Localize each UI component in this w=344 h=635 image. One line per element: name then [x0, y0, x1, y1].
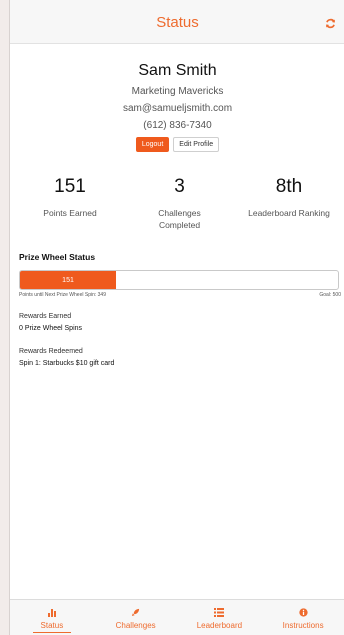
stat-value: 8th — [275, 176, 303, 197]
profile-card: Sam Smith Marketing Mavericks sam@samuel… — [10, 62, 344, 152]
prize-wheel-progress-bar: 151 — [19, 270, 339, 290]
tab-label: Leaderboard — [196, 621, 243, 630]
app-screen: Status Sam Smith Marketing Mavericks sam… — [9, 0, 344, 635]
stat-value: 3 — [174, 176, 185, 197]
tab-status[interactable]: Status — [10, 600, 94, 635]
stat-challenges: 3 Challenges Completed — [130, 176, 230, 231]
user-team: Marketing Mavericks — [131, 86, 224, 97]
rewards-earned-value: 0 Prize Wheel Spins — [19, 325, 83, 332]
progress-points: 151 — [62, 276, 74, 284]
prize-wheel-title: Prize Wheel Status — [19, 252, 96, 262]
logout-button[interactable]: Logout — [135, 137, 170, 152]
user-name: Sam Smith — [138, 62, 217, 79]
user-phone: (612) 836-7340 — [143, 120, 212, 131]
rewards-redeemed-label: Rewards Redeemed — [19, 348, 83, 355]
tab-instructions[interactable]: Instructions — [261, 600, 344, 635]
progress-fill: 151 — [20, 271, 117, 289]
edit-profile-button[interactable]: Edit Profile — [173, 137, 220, 152]
tab-bar: Status Challenges Leaderboard Instructio… — [10, 599, 344, 635]
rewards-redeemed-value: Spin 1: Starbucks $10 gift card — [19, 360, 115, 367]
stats-row: 151 Points Earned 3 Challenges Completed… — [10, 176, 344, 231]
profile-actions: Logout Edit Profile — [10, 137, 344, 152]
prize-wheel-section: Prize Wheel Status 151 Points until Next… — [19, 252, 341, 298]
rocket-icon — [131, 607, 140, 617]
points-until-text: Points until Next Prize Wheel Spin: 349 — [19, 292, 106, 298]
stat-ranking: 8th Leaderboard Ranking — [239, 176, 339, 231]
stat-value: 151 — [54, 176, 86, 197]
rewards-redeemed-section: Rewards Redeemed Spin 1: Starbucks $10 g… — [19, 348, 341, 367]
header-bar: Status — [10, 0, 344, 44]
list-icon — [214, 607, 225, 617]
stat-label: Leaderboard Ranking — [248, 208, 330, 218]
refresh-icon — [325, 18, 335, 28]
tab-leaderboard[interactable]: Leaderboard — [178, 600, 262, 635]
rewards-earned-label: Rewards Earned — [19, 313, 72, 320]
progress-meta: Points until Next Prize Wheel Spin: 349 … — [19, 292, 341, 298]
page-title: Status — [156, 14, 199, 31]
stat-points: 151 Points Earned — [20, 176, 120, 231]
user-email: sam@samueljsmith.com — [122, 103, 233, 114]
tab-label: Challenges — [115, 621, 156, 630]
tab-label: Status — [40, 621, 64, 630]
stat-label: Points Earned — [43, 208, 97, 218]
info-icon — [298, 607, 308, 617]
stat-label: Challenges Completed — [158, 208, 201, 230]
tab-challenges[interactable]: Challenges — [94, 600, 178, 635]
goal-text: Goal: 500 — [319, 292, 341, 298]
bar-chart-icon — [47, 607, 57, 617]
refresh-button[interactable] — [321, 14, 339, 32]
tab-label: Instructions — [282, 621, 324, 630]
rewards-earned-section: Rewards Earned 0 Prize Wheel Spins — [19, 313, 341, 332]
